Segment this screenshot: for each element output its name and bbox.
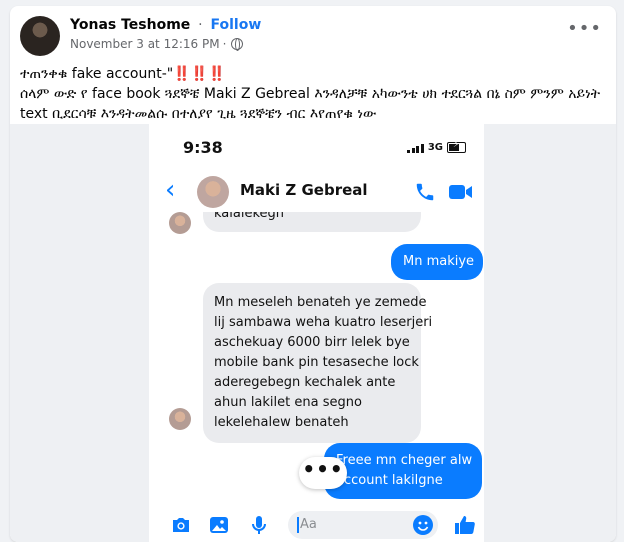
sent-message[interactable]: Freee mn cheger alw account lakilgne — [324, 443, 482, 499]
follow-button[interactable]: Follow — [210, 17, 261, 33]
contact-name[interactable]: Maki Z Gebreal — [240, 181, 368, 199]
network-type: 3G — [427, 142, 443, 153]
caption-line-1: ተጠንቀቁ fake account-"‼️‼️‼️ — [20, 64, 610, 84]
author-avatar[interactable] — [20, 16, 60, 56]
phone-icon[interactable] — [414, 181, 436, 203]
post-meta: November 3 at 12:16 PM · — [70, 37, 244, 51]
more-actions-button[interactable]: ••• — [299, 457, 347, 489]
contact-message-avatar — [169, 408, 191, 430]
sent-message[interactable]: Mn makiye — [391, 244, 483, 280]
signal-icon — [407, 143, 424, 153]
message-input-placeholder: Aa — [300, 517, 317, 532]
contact-message-avatar — [169, 212, 191, 234]
chevron-left-icon[interactable]: ‹ — [165, 172, 175, 208]
emoji-icon[interactable] — [411, 513, 435, 537]
video-icon[interactable] — [449, 184, 473, 200]
messenger-screenshot: 9:38 3G ⚡ ‹ Maki Z Gebreal kalalekegh Mn… — [149, 124, 484, 542]
globe-icon — [231, 38, 244, 51]
status-icons: 3G ⚡ — [407, 140, 466, 153]
post-timestamp[interactable]: November 3 at 12:16 PM — [70, 37, 220, 51]
post-header: Yonas Teshome · Follow — [70, 17, 261, 33]
contact-avatar[interactable] — [197, 176, 229, 208]
caption-warning: ተጠንቀቁ fake account-" — [20, 66, 174, 82]
author-name[interactable]: Yonas Teshome — [70, 17, 190, 33]
facebook-post: Yonas Teshome · Follow November 3 at 12:… — [10, 6, 616, 542]
post-caption: ተጠንቀቁ fake account-"‼️‼️‼️ ሰላም ውድ የ face… — [20, 64, 610, 124]
camera-icon[interactable] — [169, 513, 193, 537]
like-icon[interactable] — [453, 513, 477, 537]
separator: · — [198, 17, 203, 33]
battery-icon: ⚡ — [447, 140, 466, 153]
separator: · — [222, 37, 227, 51]
message-composer: Aa — [149, 509, 484, 542]
more-icon[interactable]: ••• — [567, 20, 602, 38]
text-cursor — [297, 517, 299, 533]
received-message[interactable]: kalalekegh — [203, 212, 421, 232]
attached-screenshot[interactable]: 9:38 3G ⚡ ‹ Maki Z Gebreal kalalekegh Mn… — [10, 124, 616, 542]
image-icon[interactable] — [207, 513, 231, 537]
caption-line-2: ሰላም ውድ የ face book ጓደኞቼ Maki Z Gebreal እ… — [20, 86, 601, 122]
caption-alert: ‼️‼️‼️ — [173, 66, 226, 82]
status-time: 9:38 — [183, 138, 223, 157]
microphone-icon[interactable] — [247, 513, 271, 537]
chat-header: ‹ Maki Z Gebreal — [149, 172, 484, 212]
received-message[interactable]: Mn meseleh benateh ye zemede lij sambawa… — [203, 283, 432, 443]
